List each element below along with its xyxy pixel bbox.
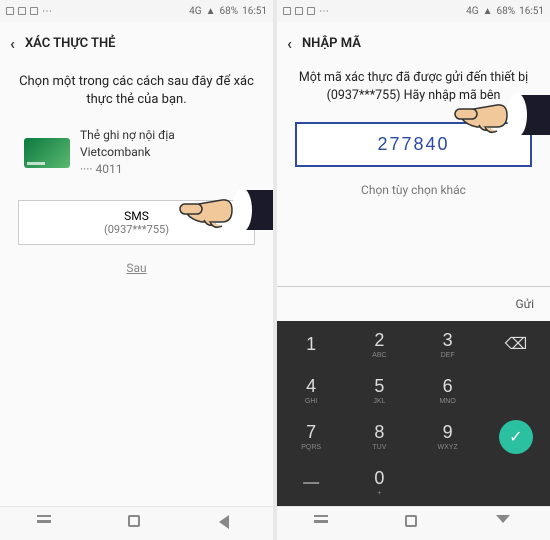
later-link[interactable]: Sau [126, 261, 146, 275]
phone-screen-verify-card: ⋯ 4G ▲ 68% 16:51 ‹ XÁC THỰC THẺ Chọn một… [0, 0, 273, 540]
clock-label: 16:51 [519, 6, 544, 17]
key-1[interactable]: 1 [277, 321, 345, 367]
key-dash[interactable]: — [277, 460, 345, 506]
notification-icon [295, 7, 303, 15]
more-icon: ⋯ [42, 6, 52, 17]
notification-icon [283, 7, 291, 15]
notification-icon [30, 7, 38, 15]
key-2[interactable]: 2ABC [345, 321, 413, 367]
home-button[interactable] [128, 515, 146, 533]
main-content: Một mã xác thực đã được gửi đến thiết bị… [277, 61, 550, 286]
key-empty [414, 460, 482, 506]
card-thumbnail-icon [24, 138, 70, 168]
backspace-icon: ⌫ [505, 334, 528, 354]
clock-label: 16:51 [242, 6, 267, 17]
other-option-link[interactable]: Chọn tùy chọn khác [295, 183, 532, 197]
signal-icon: ▲ [483, 6, 493, 17]
back-icon[interactable]: ‹ [287, 34, 292, 53]
sms-verify-button[interactable]: SMS (0937***755) [18, 200, 255, 245]
notification-icon [6, 7, 14, 15]
status-bar: ⋯ 4G ▲ 68% 16:51 [277, 0, 550, 22]
card-title: Thẻ ghi nợ nội địa [80, 127, 175, 144]
key-done[interactable]: ✓ [482, 367, 550, 506]
card-summary: Thẻ ghi nợ nội địa Vietcombank ···· 4011 [18, 127, 255, 177]
recents-button[interactable] [37, 515, 55, 533]
page-title: XÁC THỰC THẺ [25, 36, 116, 51]
android-nav-bar [0, 506, 273, 540]
numeric-keypad: 1 2ABC 3DEF ⌫ 4GHI 5JKL 6MNO ✓ 7PQRS 8TU… [277, 321, 550, 506]
code-input[interactable] [295, 122, 532, 167]
sms-label: SMS [124, 209, 149, 223]
send-row: Gửi [277, 286, 550, 321]
key-4[interactable]: 4GHI [277, 367, 345, 413]
recents-button[interactable] [314, 515, 332, 533]
back-button[interactable] [219, 515, 237, 533]
done-icon: ✓ [499, 420, 533, 454]
battery-label: 68% [220, 6, 239, 17]
back-button[interactable] [496, 515, 514, 533]
send-button[interactable]: Gửi [515, 297, 534, 311]
card-bank: Vietcombank [80, 144, 175, 161]
key-0[interactable]: 0+ [345, 460, 413, 506]
card-last4: 4011 [96, 162, 123, 176]
page-title: NHẬP MÃ [302, 36, 361, 51]
network-label: 4G [466, 6, 478, 17]
sms-number: (0937***755) [29, 223, 244, 236]
android-nav-bar [277, 506, 550, 540]
key-backspace[interactable]: ⌫ [482, 321, 550, 367]
app-header: ‹ XÁC THỰC THẺ [0, 22, 273, 61]
battery-label: 68% [497, 6, 516, 17]
instruction-text: Chọn một trong các cách sau đây để xác t… [18, 73, 255, 109]
notification-icon [307, 7, 315, 15]
key-7[interactable]: 7PQRS [277, 414, 345, 460]
instruction-text: Một mã xác thực đã được gửi đến thiết bị… [295, 69, 532, 104]
key-8[interactable]: 8TUV [345, 414, 413, 460]
key-6[interactable]: 6MNO [414, 367, 482, 413]
key-9[interactable]: 9WXYZ [414, 414, 482, 460]
more-icon: ⋯ [319, 6, 329, 17]
network-label: 4G [189, 6, 201, 17]
notification-icon [18, 7, 26, 15]
back-icon[interactable]: ‹ [10, 34, 15, 53]
card-mask: ···· [80, 162, 93, 176]
signal-icon: ▲ [206, 6, 216, 17]
app-header: ‹ NHẬP MÃ [277, 22, 550, 61]
main-content: Chọn một trong các cách sau đây để xác t… [0, 61, 273, 506]
status-bar: ⋯ 4G ▲ 68% 16:51 [0, 0, 273, 22]
home-button[interactable] [405, 515, 423, 533]
key-3[interactable]: 3DEF [414, 321, 482, 367]
key-5[interactable]: 5JKL [345, 367, 413, 413]
phone-screen-enter-code: ⋯ 4G ▲ 68% 16:51 ‹ NHẬP MÃ Một mã xác th… [277, 0, 550, 540]
